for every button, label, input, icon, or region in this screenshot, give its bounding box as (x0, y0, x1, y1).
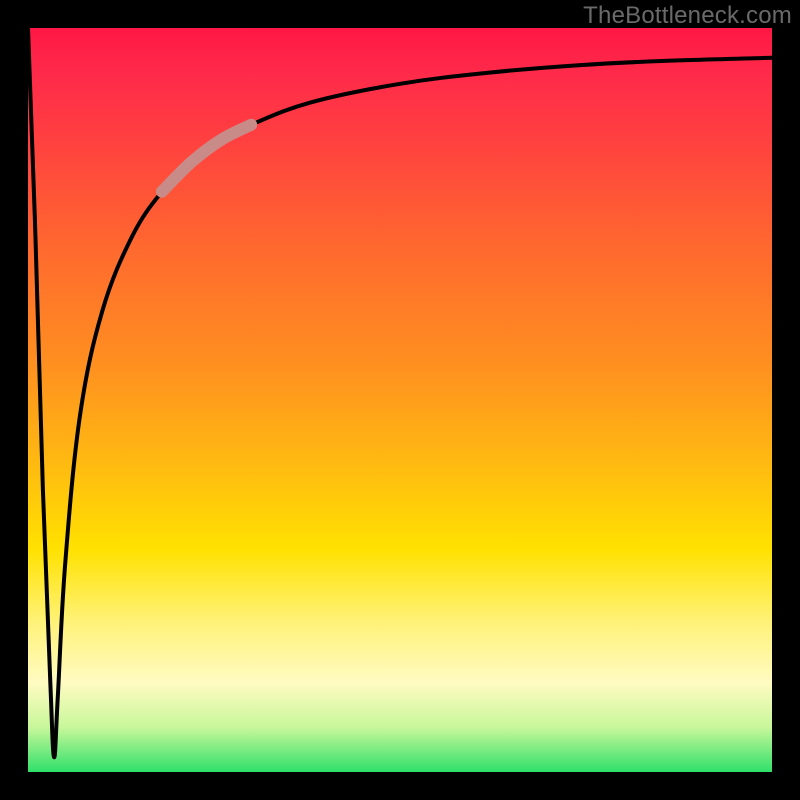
watermark-text: TheBottleneck.com (583, 2, 792, 30)
curve-layer (28, 28, 772, 772)
bottleneck-curve-highlight (162, 125, 251, 192)
chart-frame: TheBottleneck.com (0, 0, 800, 800)
plot-area (28, 28, 772, 772)
bottleneck-curve (28, 28, 772, 757)
